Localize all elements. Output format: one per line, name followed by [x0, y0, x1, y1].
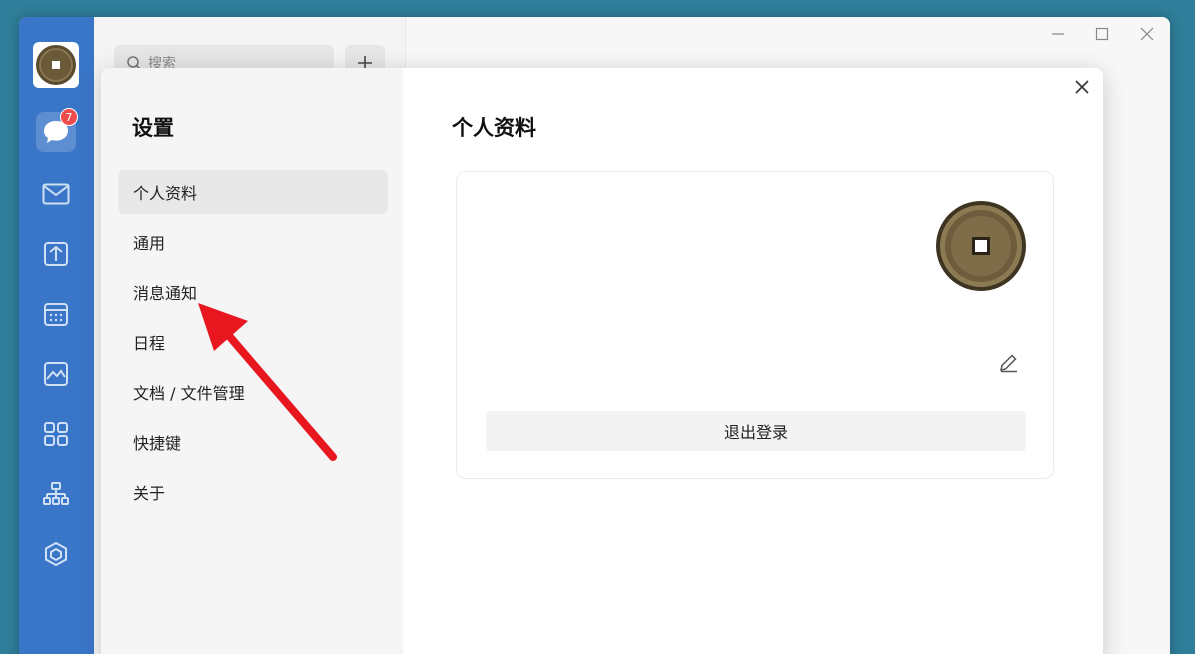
- profile-card: 退出登录: [456, 171, 1054, 479]
- picture-icon: [44, 362, 68, 386]
- profile-title: 个人资料: [452, 116, 536, 140]
- unread-badge: 7: [60, 108, 78, 126]
- profile-avatar-image[interactable]: [935, 200, 1027, 292]
- close-icon: [1075, 80, 1089, 94]
- maximize-icon: [1095, 27, 1109, 41]
- cube-icon: [45, 541, 67, 567]
- org-chart-icon: [43, 482, 69, 505]
- mail-icon: [42, 183, 70, 205]
- coin-avatar-image: [36, 45, 76, 85]
- nav-apps[interactable]: [36, 414, 76, 454]
- annotation-arrow: [198, 303, 337, 461]
- minimize-icon: [1052, 33, 1064, 35]
- window-close-button[interactable]: [1138, 25, 1156, 43]
- close-icon: [1140, 27, 1154, 41]
- settings-item-general[interactable]: 通用: [118, 220, 388, 264]
- nav-cube[interactable]: [36, 534, 76, 574]
- dialog-close-button[interactable]: [1071, 76, 1093, 98]
- settings-item-about[interactable]: 关于: [118, 470, 388, 514]
- nav-picture[interactable]: [36, 354, 76, 394]
- nav-mail[interactable]: [36, 174, 76, 214]
- apps-icon: [44, 422, 68, 446]
- maximize-button[interactable]: [1093, 25, 1111, 43]
- calendar-icon: [44, 303, 68, 326]
- docs-icon: [44, 242, 68, 266]
- nav-docs[interactable]: [36, 234, 76, 274]
- user-avatar[interactable]: [33, 42, 79, 88]
- settings-item-profile[interactable]: 个人资料: [118, 170, 388, 214]
- edit-profile-button[interactable]: [995, 350, 1021, 376]
- nav-calendar[interactable]: [36, 294, 76, 334]
- pencil-icon: [1000, 354, 1017, 373]
- logout-button[interactable]: 退出登录: [486, 411, 1026, 451]
- minimize-button[interactable]: [1049, 25, 1067, 43]
- nav-chat[interactable]: 7: [36, 108, 78, 152]
- app-sidebar: 7: [19, 17, 94, 654]
- nav-org[interactable]: [36, 474, 76, 514]
- settings-title: 设置: [132, 116, 174, 140]
